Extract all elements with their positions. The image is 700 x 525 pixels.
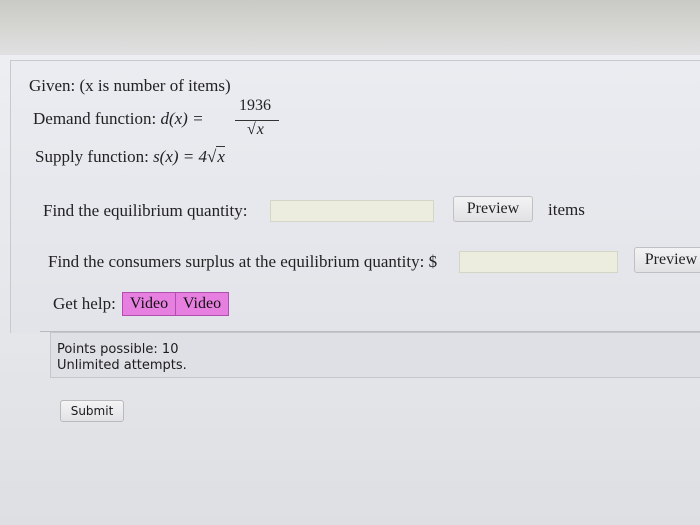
monitor-bezel <box>0 0 700 62</box>
given-label: Given: (x is number of items) <box>29 76 231 95</box>
question-panel: Given: (x is number of items) Demand fun… <box>10 60 700 333</box>
consumer-surplus-prompt: Find the consumers surplus at the equili… <box>48 252 438 271</box>
submit-button[interactable]: Submit <box>60 400 124 422</box>
sqrt-icon: √ <box>207 147 217 166</box>
supply-label: Supply function: <box>35 147 149 166</box>
demand-denominator: √x <box>247 120 264 139</box>
demand-label: Demand function: <box>33 109 157 128</box>
demand-sqrt-var: x <box>255 120 264 138</box>
page: Given: (x is number of items) Demand fun… <box>0 55 700 525</box>
get-help-label: Get help: <box>53 294 116 313</box>
equilibrium-quantity-input[interactable] <box>270 200 434 222</box>
units-label: items <box>548 200 585 219</box>
preview-button-1[interactable]: Preview <box>453 196 533 222</box>
attempts-text: Unlimited attempts. <box>57 358 187 373</box>
sqrt-icon: √ <box>247 121 256 138</box>
equilibrium-prompt: Find the equilibrium quantity: <box>43 201 248 220</box>
demand-function: Demand function: d(x) = <box>33 109 204 129</box>
video-button-2[interactable]: Video <box>175 292 229 316</box>
points-info-box: Points possible: 10 Unlimited attempts. <box>50 332 700 378</box>
video-button-1[interactable]: Video <box>122 292 176 316</box>
demand-lhs: d(x) = <box>160 109 204 128</box>
preview-button-2[interactable]: Preview <box>634 247 700 273</box>
points-possible: Points possible: 10 <box>57 342 179 357</box>
demand-numerator: 1936 <box>239 97 271 114</box>
consumer-surplus-input[interactable] <box>459 251 618 273</box>
supply-function: Supply function: s(x) = 4√x <box>35 146 225 167</box>
supply-sqrt-var: x <box>216 146 225 166</box>
supply-lhs: s(x) = 4 <box>153 147 208 166</box>
given-text: Given: (x is number of items) <box>29 76 231 96</box>
